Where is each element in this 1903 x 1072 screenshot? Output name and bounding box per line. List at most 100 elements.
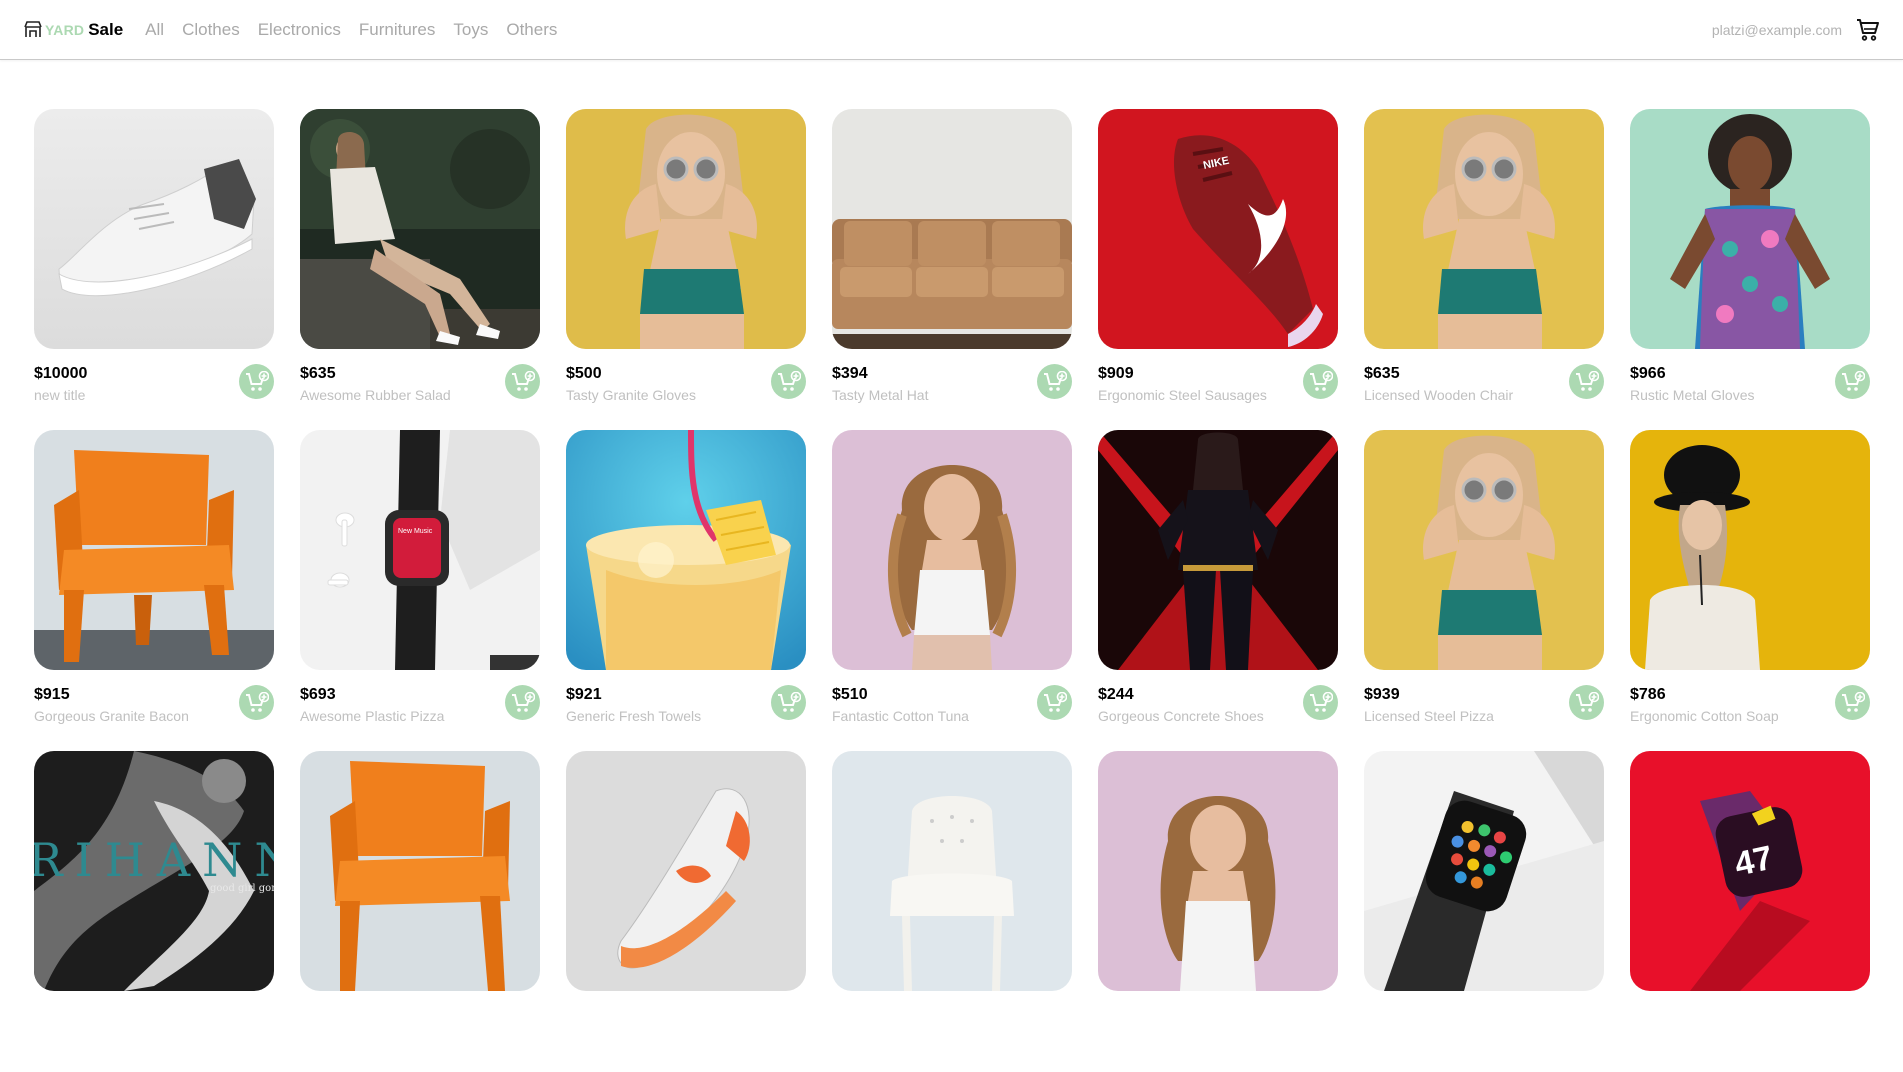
product-price: $966	[1630, 365, 1666, 382]
product-image-white-orange-sneaker[interactable]	[566, 751, 806, 991]
product-card[interactable]: NIKE $909 Ergonomic Steel Sausages	[1098, 109, 1338, 430]
nav-clothes[interactable]: Clothes	[182, 20, 240, 40]
add-to-cart-button[interactable]	[771, 685, 806, 720]
product-card[interactable]: $635 Awesome Rubber Salad	[300, 109, 540, 430]
product-card[interactable]	[832, 751, 1072, 1072]
product-info: $915 Gorgeous Granite Bacon	[34, 685, 274, 730]
product-card[interactable]: $510 Fantastic Cotton Tuna	[832, 430, 1072, 751]
nav-furnitures[interactable]: Furnitures	[359, 20, 436, 40]
product-card[interactable]: 47	[1630, 751, 1870, 1072]
product-image-red-running-shoe[interactable]: NIKE	[1098, 109, 1338, 349]
product-info: $635 Awesome Rubber Salad	[300, 364, 540, 409]
add-to-cart-icon	[1043, 691, 1067, 712]
user-email[interactable]: platzi@example.com	[1712, 22, 1842, 38]
navbar: YARD Sale All Clothes Electronics Furnit…	[0, 0, 1903, 60]
product-name: Gorgeous Granite Bacon	[34, 708, 189, 724]
product-name: Gorgeous Concrete Shoes	[1098, 708, 1264, 724]
add-to-cart-button[interactable]	[1037, 364, 1072, 399]
product-image-apple-watch[interactable]	[1364, 751, 1604, 991]
nav-electronics[interactable]: Electronics	[258, 20, 341, 40]
add-to-cart-icon	[1309, 691, 1333, 712]
nav-others[interactable]: Others	[506, 20, 557, 40]
add-to-cart-icon	[511, 370, 535, 391]
add-to-cart-button[interactable]	[1303, 685, 1338, 720]
product-image-white-sneaker[interactable]	[34, 109, 274, 349]
product-info: $786 Ergonomic Cotton Soap	[1630, 685, 1870, 730]
add-to-cart-icon	[1841, 370, 1865, 391]
add-to-cart-button[interactable]	[1037, 685, 1072, 720]
product-card[interactable]: $635 Licensed Wooden Chair	[1364, 109, 1604, 430]
product-image-rihanna-poster[interactable]: RIHANNA good girl gone	[34, 751, 274, 991]
brand-logo[interactable]: YARD Sale	[24, 20, 123, 40]
product-image-orange-chair[interactable]	[300, 751, 540, 991]
add-to-cart-button[interactable]	[1569, 364, 1604, 399]
shop-icon	[24, 21, 42, 37]
product-info: $921 Generic Fresh Towels	[566, 685, 806, 730]
add-to-cart-button[interactable]	[771, 364, 806, 399]
add-to-cart-icon	[1575, 370, 1599, 391]
product-card[interactable]: $786 Ergonomic Cotton Soap	[1630, 430, 1870, 751]
nav-toys[interactable]: Toys	[453, 20, 488, 40]
add-to-cart-icon	[1043, 370, 1067, 391]
cart-button[interactable]	[1856, 18, 1880, 42]
product-card[interactable]: $939 Licensed Steel Pizza	[1364, 430, 1604, 751]
product-name: Ergonomic Steel Sausages	[1098, 387, 1267, 403]
product-image-woman-sitting-outdoors[interactable]	[300, 109, 540, 349]
nav-all[interactable]: All	[145, 20, 164, 40]
add-to-cart-button[interactable]	[1303, 364, 1338, 399]
product-card[interactable]	[566, 751, 806, 1072]
add-to-cart-icon	[245, 691, 269, 712]
product-image-smartwatch-earbuds[interactable]: New Music	[300, 430, 540, 670]
add-to-cart-button[interactable]	[1569, 685, 1604, 720]
product-card[interactable]: New Music $693 Awesome Plastic Pizza	[300, 430, 540, 751]
product-card[interactable]: $966 Rustic Metal Gloves	[1630, 109, 1870, 430]
product-name: Generic Fresh Towels	[566, 708, 702, 724]
product-price: $693	[300, 686, 336, 703]
product-card[interactable]: $921 Generic Fresh Towels	[566, 430, 806, 751]
product-image-orange-chair[interactable]	[34, 430, 274, 670]
product-image-white-armchair[interactable]	[832, 751, 1072, 991]
product-info: $693 Awesome Plastic Pizza	[300, 685, 540, 730]
product-name: Awesome Rubber Salad	[300, 387, 451, 403]
watch-47-text: 47	[1731, 839, 1776, 884]
add-to-cart-icon	[1841, 691, 1865, 712]
product-name: Tasty Granite Gloves	[566, 387, 696, 403]
watch-screen-text: New Music	[398, 528, 433, 535]
product-image-woman-sunglasses-yellow[interactable]	[566, 109, 806, 349]
product-card[interactable]: $394 Tasty Metal Hat	[832, 109, 1072, 430]
product-image-red-watch[interactable]: 47	[1630, 751, 1870, 991]
product-info: $939 Licensed Steel Pizza	[1364, 685, 1604, 730]
add-to-cart-button[interactable]	[1835, 685, 1870, 720]
product-card[interactable]: $10000 new title	[34, 109, 274, 430]
product-card[interactable]: RIHANNA good girl gone	[34, 751, 274, 1072]
product-card[interactable]: $915 Gorgeous Granite Bacon	[34, 430, 274, 751]
add-to-cart-icon	[777, 691, 801, 712]
product-card[interactable]	[1098, 751, 1338, 1072]
add-to-cart-button[interactable]	[505, 685, 540, 720]
product-image-woman-curly-hair-pink[interactable]	[832, 430, 1072, 670]
add-to-cart-button[interactable]	[505, 364, 540, 399]
add-to-cart-icon	[511, 691, 535, 712]
product-name: Tasty Metal Hat	[832, 387, 929, 403]
add-to-cart-button[interactable]	[239, 685, 274, 720]
product-image-black-widow-poster[interactable]	[1098, 430, 1338, 670]
product-image-woman-hat-yellow[interactable]	[1630, 430, 1870, 670]
product-card[interactable]	[1364, 751, 1604, 1072]
product-info: $510 Fantastic Cotton Tuna	[832, 685, 1072, 730]
product-card[interactable]: $500 Tasty Granite Gloves	[566, 109, 806, 430]
product-image-woman-sunglasses-yellow[interactable]	[1364, 109, 1604, 349]
shopping-cart-icon	[1857, 18, 1879, 41]
brand-sale: Sale	[88, 19, 124, 39]
product-info: $635 Licensed Wooden Chair	[1364, 364, 1604, 409]
product-image-leather-sofa[interactable]	[832, 109, 1072, 349]
add-to-cart-icon	[1309, 370, 1333, 391]
product-image-woman-floral-dress[interactable]	[1630, 109, 1870, 349]
product-card[interactable]: $244 Gorgeous Concrete Shoes	[1098, 430, 1338, 751]
add-to-cart-button[interactable]	[239, 364, 274, 399]
product-image-woman-curly-hair-pink[interactable]	[1098, 751, 1338, 991]
product-card[interactable]	[300, 751, 540, 1072]
product-image-pineapple-drink[interactable]	[566, 430, 806, 670]
product-name: Fantastic Cotton Tuna	[832, 708, 969, 724]
product-image-woman-sunglasses-yellow[interactable]	[1364, 430, 1604, 670]
add-to-cart-button[interactable]	[1835, 364, 1870, 399]
